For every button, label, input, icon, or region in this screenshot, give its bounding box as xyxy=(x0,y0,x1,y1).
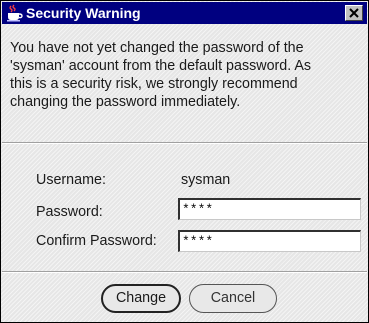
password-input[interactable] xyxy=(178,198,361,220)
message-line-2: 'sysman' account from the default passwo… xyxy=(10,58,312,74)
change-button[interactable]: Change xyxy=(101,284,181,313)
close-button[interactable] xyxy=(345,5,363,21)
dialog-title: Security Warning xyxy=(26,5,141,21)
message-line-1: You have not yet changed the password of… xyxy=(10,40,304,56)
cancel-button[interactable]: Cancel xyxy=(189,284,277,313)
username-label: Username: xyxy=(36,172,106,188)
confirm-password-input[interactable] xyxy=(178,230,361,252)
confirm-password-label: Confirm Password: xyxy=(36,233,157,249)
separator-bottom xyxy=(2,271,367,273)
password-label: Password: xyxy=(36,204,103,220)
message-line-3: this is a security risk, we strongly rec… xyxy=(10,76,298,92)
warning-message: You have not yet changed the password of… xyxy=(10,39,360,111)
security-warning-dialog: Security Warning You have not yet change… xyxy=(0,0,369,323)
title-bar[interactable]: Security Warning xyxy=(2,2,367,24)
close-x-icon xyxy=(349,8,359,18)
username-value: sysman xyxy=(181,172,231,188)
separator-top xyxy=(2,142,367,144)
message-line-4: changing the password immediately. xyxy=(10,94,241,110)
java-coffee-cup-icon xyxy=(5,4,23,22)
